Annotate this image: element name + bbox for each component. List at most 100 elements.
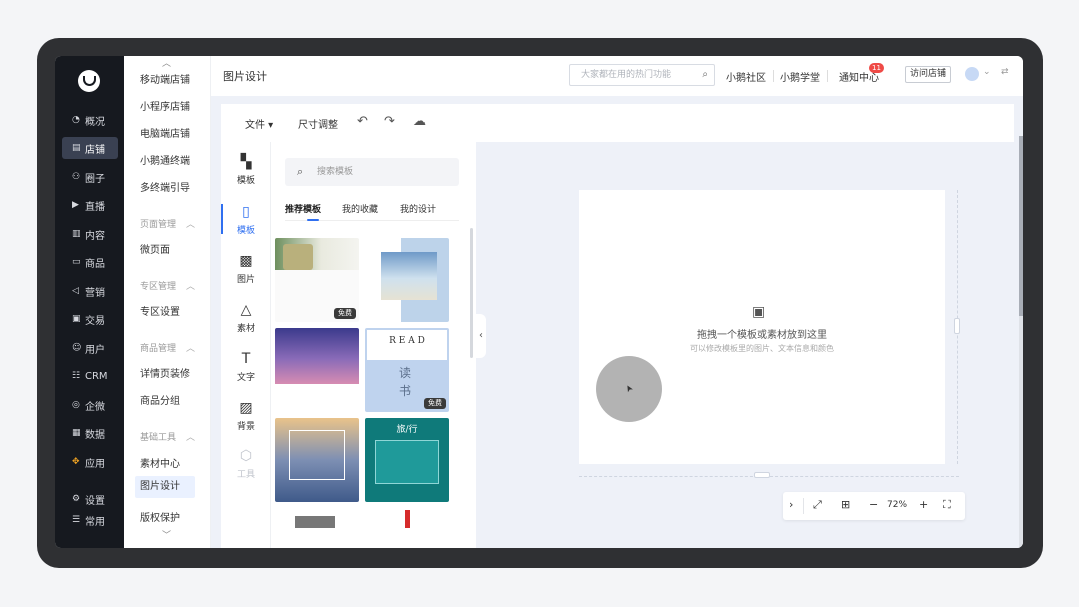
global-search-input[interactable]: 大家都在用的热门功能 ⌕ (569, 64, 715, 86)
tool-layout[interactable]: ▚ 模板 (221, 154, 271, 186)
template-read-cn: 书 (399, 384, 412, 398)
divider (803, 498, 804, 514)
nav-item-crm[interactable]: ☷ CRM (62, 365, 118, 387)
nav-item-goods[interactable]: ▭ 商品 (62, 251, 118, 273)
template-thumb[interactable] (275, 508, 359, 548)
subnav-item-miniapp-store[interactable]: 小程序店铺 (140, 98, 190, 113)
subnav-group-goods[interactable]: 商品管理 ︿ (140, 341, 195, 354)
data-icon: ▦ (72, 428, 81, 438)
dashboard-icon: ◔ (72, 115, 80, 125)
chevron-right-icon[interactable]: › (789, 498, 793, 511)
tab-my-designs[interactable]: 我的设计 (400, 202, 436, 215)
tool-text[interactable]: T 文字 (221, 351, 271, 383)
resize-handle-right[interactable] (954, 318, 960, 334)
template-read-text: R E A D (389, 336, 425, 346)
subnav-item-mobile-store[interactable]: 移动端店铺 (140, 71, 190, 86)
template-travel-text: 旅/行 (396, 425, 418, 435)
chevron-up-icon: ︿ (186, 344, 196, 354)
subnav-group-zone[interactable]: 专区管理 ︿ (140, 279, 195, 292)
template-search-input[interactable]: ⌕ 搜索模板 (285, 158, 459, 186)
tool-tools[interactable]: ⬡ 工具 (221, 448, 271, 480)
nav-item-content[interactable]: ▥ 内容 (62, 223, 118, 245)
subnav-item-material-center[interactable]: 素材中心 (140, 455, 180, 470)
subnav-item-copyright[interactable]: 版权保护 (140, 509, 180, 524)
nav-item-common[interactable]: ☰ 常用 (62, 509, 118, 531)
tab-favorites[interactable]: 我的收藏 (342, 202, 378, 215)
undo-icon[interactable]: ↶ (357, 114, 368, 129)
resize-button[interactable]: 尺寸调整 (298, 116, 338, 131)
nav-item-apps[interactable]: ✥ 应用 (62, 451, 118, 473)
template-thumb[interactable] (365, 238, 449, 322)
community-link[interactable]: 小鹅社区 (726, 69, 766, 84)
subnav-item-goods-group[interactable]: 商品分组 (140, 392, 180, 407)
store-icon: ▤ (72, 143, 81, 153)
user-icon: ☺ (72, 343, 82, 353)
editor-scrollbar-thumb[interactable] (1019, 136, 1023, 316)
tool-image[interactable]: ▩ 图片 (221, 253, 271, 285)
tool-background[interactable]: ▨ 背景 (221, 400, 271, 432)
resize-handle-bottom[interactable] (754, 472, 770, 478)
scroll-up-icon[interactable]: ︿ (162, 56, 171, 69)
visit-store-button[interactable]: 访问店铺 (905, 66, 951, 83)
panel-scrollbar[interactable] (470, 228, 473, 358)
template-thumb[interactable]: 旅/行 (365, 418, 449, 502)
subnav-item-pc-store[interactable]: 电脑端店铺 (140, 125, 190, 140)
notification-badge: 11 (869, 63, 884, 73)
template-thumb[interactable] (365, 508, 449, 548)
nav-item-wecom[interactable]: ◎ 企微 (62, 394, 118, 416)
template-thumb[interactable]: 免费 (275, 238, 359, 322)
chevron-down-icon[interactable]: ⌄ (983, 67, 991, 77)
menu-icon: ☰ (72, 515, 81, 525)
subnav-item-zone-settings[interactable]: 专区设置 (140, 303, 180, 318)
nav-item-live[interactable]: ▶ 直播 (62, 194, 118, 216)
tool-template[interactable]: ▯ 模板 (221, 204, 271, 236)
subnav-item-image-design[interactable]: 图片设计 (135, 476, 195, 498)
nav-item-user[interactable]: ☺ 用户 (62, 337, 118, 359)
nav-item-circle[interactable]: ⚇ 圈子 (62, 166, 118, 188)
template-image (283, 244, 313, 270)
design-canvas[interactable]: ▣ 拖拽一个模板或素材放到这里 可以修改模板里的图片、文本信息和颜色 (579, 190, 945, 464)
tool-sidebar: ▚ 模板 ▯ 模板 ▩ 图片 △ 素材 T 文字 ▨ 背景 ⬡ 工具 (221, 142, 271, 548)
switch-icon[interactable]: ⇄ (1001, 67, 1009, 77)
logo-icon[interactable] (78, 70, 100, 92)
academy-link[interactable]: 小鹅学堂 (780, 69, 820, 84)
search-icon[interactable]: ⌕ (702, 65, 708, 85)
nav-item-store[interactable]: ▤ 店铺 (62, 137, 118, 159)
template-thumb[interactable] (275, 328, 359, 412)
chevron-up-icon: ︿ (186, 282, 196, 292)
template-thumb[interactable]: R E A D 读 书 免费 (365, 328, 449, 412)
scroll-down-icon[interactable]: ﹀ (162, 528, 171, 541)
cloud-save-icon[interactable]: ☁ (413, 114, 426, 129)
template-icon: ▯ (242, 204, 250, 220)
nav-item-marketing[interactable]: ◁ 营销 (62, 280, 118, 302)
subnav-item-detail-decor[interactable]: 详情页装修 (140, 365, 190, 380)
cube-icon: ⬡ (239, 448, 253, 464)
subnav-item-terminal[interactable]: 小鹅通终端 (140, 152, 190, 167)
template-thumb[interactable] (275, 418, 359, 502)
tool-material[interactable]: △ 素材 (221, 302, 271, 334)
top-header: 图片设计 大家都在用的热门功能 ⌕ 小鹅社区 小鹅学堂 通知中心 11 访问店铺 … (211, 56, 1023, 96)
tab-recommended[interactable]: 推荐模板 (285, 202, 321, 215)
nav-item-trade[interactable]: ▣ 交易 (62, 308, 118, 330)
nav-item-data[interactable]: ▦ 数据 (62, 422, 118, 444)
nav-item-settings[interactable]: ⚙ 设置 (62, 488, 118, 510)
subnav-item-multi-guide[interactable]: 多终端引导 (140, 179, 190, 194)
avatar[interactable] (965, 67, 979, 81)
zoom-in-icon[interactable]: + (919, 498, 928, 511)
crm-icon: ☷ (72, 371, 81, 381)
nav-item-overview[interactable]: ◔ 概况 (62, 109, 118, 131)
file-menu-button[interactable]: 文件 ▾ (245, 116, 273, 131)
zoom-control: › ⤢ ⊞ − 72% + ⛶ (783, 492, 965, 520)
grid-icon[interactable]: ⊞ (841, 498, 850, 511)
divider (827, 70, 828, 82)
zoom-out-icon[interactable]: − (869, 498, 878, 511)
redo-icon[interactable]: ↷ (384, 114, 395, 129)
subnav-group-tools[interactable]: 基础工具 ︿ (140, 430, 195, 443)
collapse-panel-button[interactable]: ‹ (476, 314, 486, 358)
subnav-item-micro-page[interactable]: 微页面 (140, 241, 170, 256)
fit-screen-icon[interactable]: ⤢ (813, 498, 822, 512)
text-icon: T (241, 351, 251, 367)
apps-icon: ✥ (72, 457, 80, 467)
fullscreen-icon[interactable]: ⛶ (943, 498, 951, 512)
subnav-group-page[interactable]: 页面管理 ︿ (140, 217, 195, 230)
